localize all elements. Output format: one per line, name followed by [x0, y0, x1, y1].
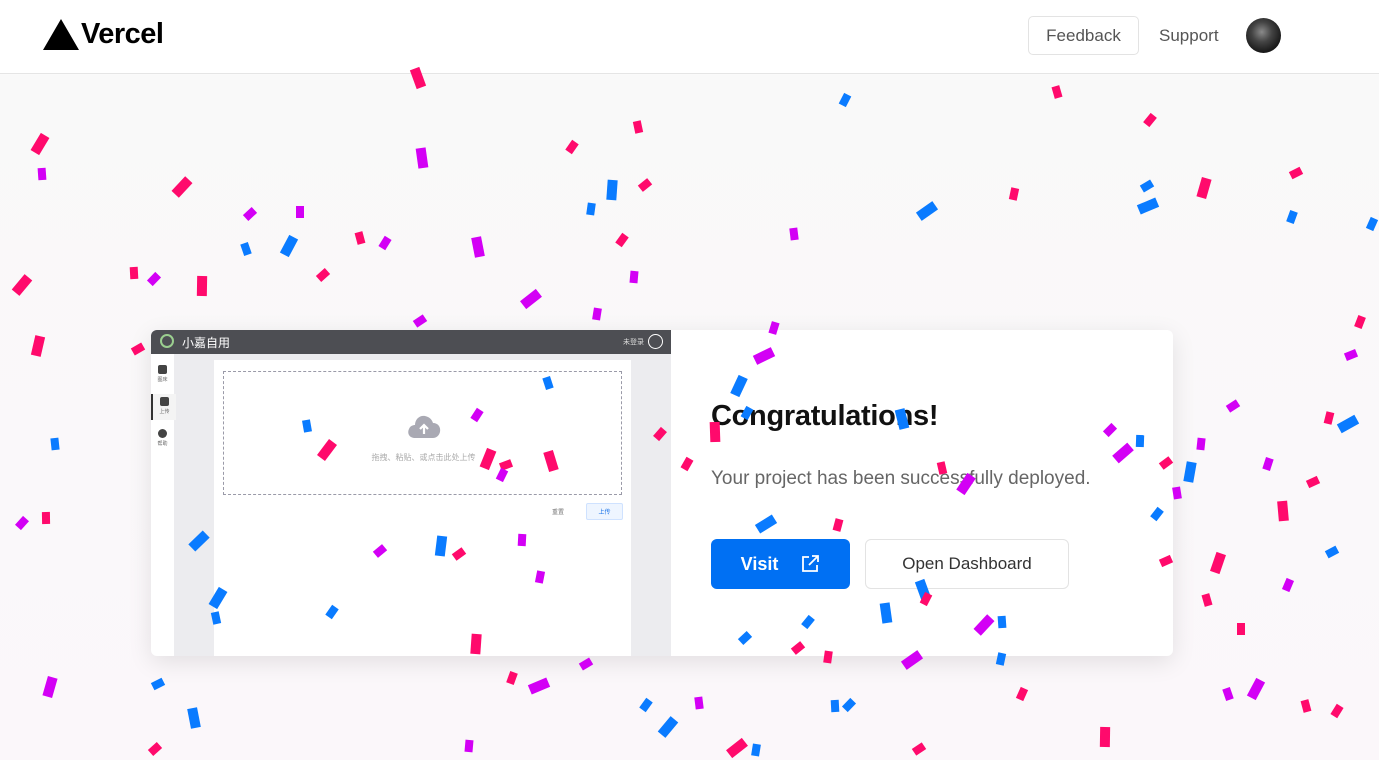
preview-sidebar-item: 上传 — [151, 394, 176, 420]
congrats-title: Congratulations! — [711, 400, 939, 432]
feedback-button[interactable]: Feedback — [1028, 16, 1139, 55]
preview-logo-icon — [160, 334, 174, 348]
preview-login-text: 未登录 — [623, 339, 644, 346]
preview-sidebar-label: 帮助 — [157, 441, 168, 447]
preview-user-icon — [648, 334, 663, 349]
preview-sidebar-item: 帮助 — [151, 426, 174, 452]
vercel-triangle-icon — [43, 19, 79, 50]
preview-sidebar-label: 图床 — [157, 377, 168, 383]
deployment-preview[interactable]: 小嘉自用 未登录 图床 上传 帮助 拖拽、粘贴、或点击此处上传 重置 上传 — [151, 330, 671, 656]
vercel-logo[interactable]: Vercel — [43, 18, 164, 51]
preview-upload-button: 上传 — [586, 503, 623, 520]
preview-topbar: 小嘉自用 未登录 — [151, 330, 671, 354]
preview-sidebar-item: 图床 — [151, 362, 174, 388]
external-link-icon — [802, 555, 820, 572]
deployment-info: Congratulations! Your project has been s… — [671, 330, 1173, 656]
main-area: 小嘉自用 未登录 图床 上传 帮助 拖拽、粘贴、或点击此处上传 重置 上传 Co… — [0, 75, 1379, 760]
edit-icon — [158, 365, 167, 374]
top-header: Vercel Feedback Support — [0, 0, 1379, 74]
visit-label: Visit — [740, 553, 779, 574]
preview-reset-button: 重置 — [552, 510, 565, 516]
preview-sidebar: 图床 上传 帮助 — [151, 354, 176, 656]
preview-drop-text: 拖拽、粘贴、或点击此处上传 — [371, 453, 476, 462]
preview-dropzone: 拖拽、粘贴、或点击此处上传 — [223, 371, 622, 495]
deploy-message: Your project has been successfully deplo… — [711, 468, 1091, 489]
user-avatar[interactable] — [1246, 18, 1281, 53]
preview-upload-panel: 拖拽、粘贴、或点击此处上传 重置 上传 — [214, 360, 631, 656]
open-dashboard-button[interactable]: Open Dashboard — [865, 539, 1069, 589]
cloud-upload-icon — [408, 415, 441, 438]
visit-button[interactable]: Visit — [711, 539, 850, 589]
support-link[interactable]: Support — [1159, 26, 1219, 46]
brand-name: Vercel — [81, 18, 164, 50]
help-icon — [158, 429, 167, 438]
preview-sidebar-label: 上传 — [159, 409, 170, 415]
upload-cloud-icon — [160, 397, 169, 406]
deployment-card: 小嘉自用 未登录 图床 上传 帮助 拖拽、粘贴、或点击此处上传 重置 上传 Co… — [151, 330, 1173, 656]
preview-app-title: 小嘉自用 — [182, 336, 231, 350]
